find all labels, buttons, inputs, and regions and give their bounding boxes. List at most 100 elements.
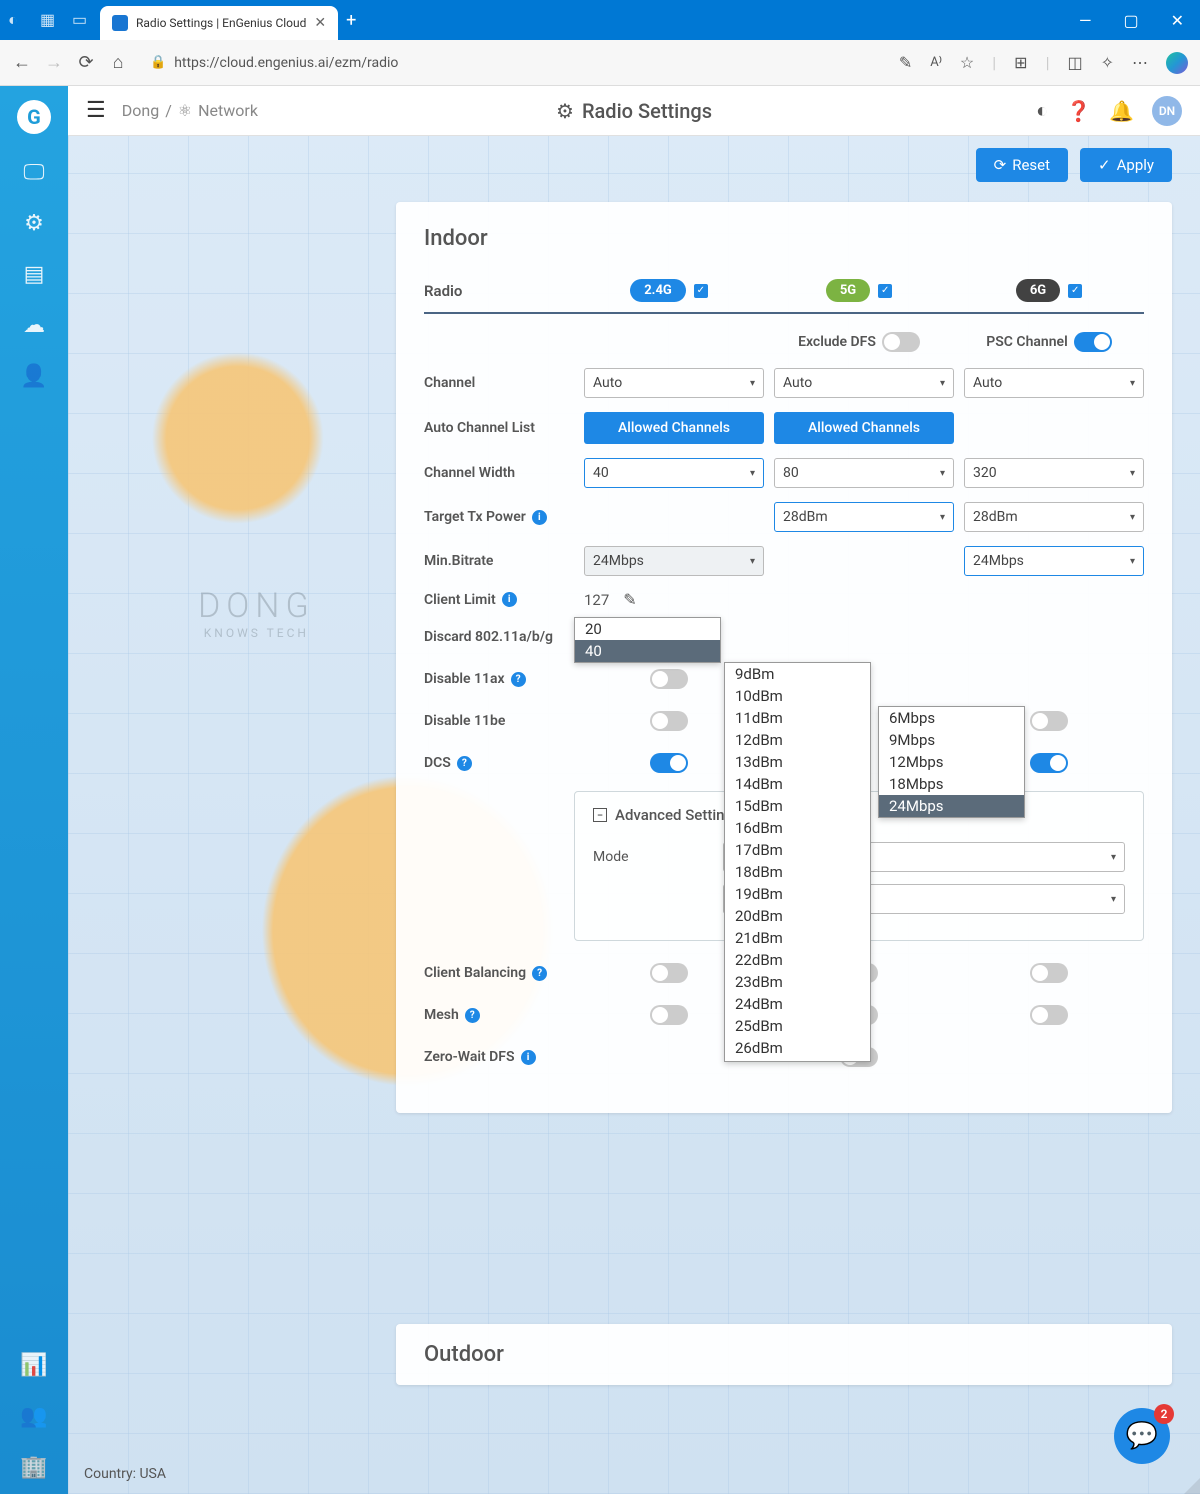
apply-button[interactable]: ✓Apply bbox=[1080, 148, 1172, 182]
sidebar-team-icon[interactable]: 👥 bbox=[20, 1404, 47, 1429]
disable-11be-6g-toggle[interactable] bbox=[1030, 711, 1068, 731]
dropdown-option[interactable]: 6Mbps bbox=[879, 707, 1024, 729]
client-balancing-24g-toggle[interactable] bbox=[650, 963, 688, 983]
client-balancing-6g-toggle[interactable] bbox=[1030, 963, 1068, 983]
tx-6g-select[interactable]: 28dBm▾ bbox=[964, 502, 1144, 532]
sidebar-cloud-icon[interactable]: ☁ bbox=[23, 313, 45, 338]
exclude-dfs-toggle[interactable] bbox=[882, 332, 920, 352]
resize-corner[interactable] bbox=[1184, 1478, 1200, 1494]
bell-icon[interactable]: 🔔 bbox=[1109, 99, 1134, 123]
app-logo[interactable]: G bbox=[17, 100, 51, 134]
info-icon[interactable]: i bbox=[532, 510, 547, 525]
dropdown-option[interactable]: 20 bbox=[575, 618, 720, 640]
split-screen-icon[interactable]: ◫ bbox=[1067, 53, 1082, 72]
sidebar-news-icon[interactable]: ▤ bbox=[24, 262, 45, 287]
collections-icon[interactable]: ✧ bbox=[1101, 53, 1114, 72]
more-icon[interactable]: ⋯ bbox=[1132, 53, 1148, 72]
dropdown-option[interactable]: 10dBm bbox=[725, 685, 870, 707]
dropdown-option[interactable]: 20dBm bbox=[725, 905, 870, 927]
disable-11be-24g-toggle[interactable] bbox=[650, 711, 688, 731]
dropdown-option[interactable]: 17dBm bbox=[725, 839, 870, 861]
dropdown-option[interactable]: 22dBm bbox=[725, 949, 870, 971]
help-icon[interactable]: ? bbox=[511, 672, 526, 687]
help-icon[interactable]: ? bbox=[532, 966, 547, 981]
breadcrumb[interactable]: Dong / ⚛ Network bbox=[122, 101, 258, 120]
width-6g-select[interactable]: 320▾ bbox=[964, 458, 1144, 488]
dropdown-option[interactable]: 26dBm bbox=[725, 1037, 870, 1059]
disable-11ax-24g-toggle[interactable] bbox=[650, 669, 688, 689]
sidebar-settings-icon[interactable]: ⚙ bbox=[24, 211, 44, 236]
dropdown-option[interactable]: 21dBm bbox=[725, 927, 870, 949]
channel-24g-select[interactable]: Auto▾ bbox=[584, 368, 764, 398]
dropdown-option[interactable]: 15dBm bbox=[725, 795, 870, 817]
minimize-icon[interactable]: — bbox=[1079, 11, 1092, 30]
back-button[interactable]: ← bbox=[12, 53, 32, 73]
bitrate-24g-select[interactable]: 24Mbps▾ bbox=[584, 546, 764, 576]
dropdown-option[interactable]: 24dBm bbox=[725, 993, 870, 1015]
help-icon[interactable]: ? bbox=[465, 1008, 480, 1023]
avatar[interactable]: DN bbox=[1152, 96, 1182, 126]
dropdown-option[interactable]: 27dBm bbox=[725, 1059, 870, 1062]
dropdown-option[interactable]: 19dBm bbox=[725, 883, 870, 905]
sidebar-building-icon[interactable]: 🏢 bbox=[20, 1455, 47, 1480]
dropdown-option[interactable]: 11dBm bbox=[725, 707, 870, 729]
dropdown-option[interactable]: 12dBm bbox=[725, 729, 870, 751]
copilot-icon[interactable] bbox=[1166, 52, 1188, 74]
info-icon[interactable]: i bbox=[521, 1050, 536, 1065]
tx-power-dropdown[interactable]: 9dBm10dBm11dBm12dBm13dBm14dBm15dBm16dBm1… bbox=[724, 662, 871, 1062]
dropdown-option[interactable]: 12Mbps bbox=[879, 751, 1024, 773]
menu-icon[interactable]: ☰ bbox=[86, 98, 106, 123]
dropdown-option[interactable]: 23dBm bbox=[725, 971, 870, 993]
dropdown-option[interactable]: 13dBm bbox=[725, 751, 870, 773]
bitrate-6g-select[interactable]: 24Mbps▾ bbox=[964, 546, 1144, 576]
sidebar-dashboard-icon[interactable]: 🖵 bbox=[23, 160, 44, 185]
help-icon[interactable]: ❓ bbox=[1066, 99, 1091, 123]
dropdown-option[interactable]: 16dBm bbox=[725, 817, 870, 839]
favorite-icon[interactable]: ☆ bbox=[960, 53, 974, 72]
chat-button[interactable]: 💬 2 bbox=[1114, 1408, 1170, 1464]
profile-icon[interactable]: ◐ bbox=[8, 10, 28, 30]
channel-6g-select[interactable]: Auto▾ bbox=[964, 368, 1144, 398]
mesh-6g-toggle[interactable] bbox=[1030, 1005, 1068, 1025]
dropdown-option[interactable]: 18dBm bbox=[725, 861, 870, 883]
close-window-icon[interactable]: ✕ bbox=[1171, 11, 1184, 30]
workspaces-icon[interactable]: ▦ bbox=[40, 10, 60, 30]
dropdown-option[interactable]: 24Mbps bbox=[879, 795, 1024, 817]
channel-width-dropdown[interactable]: 2040 bbox=[574, 617, 721, 663]
allowed-channels-24g-button[interactable]: Allowed Channels bbox=[584, 412, 764, 444]
reset-button[interactable]: ⟳Reset bbox=[976, 148, 1068, 182]
width-24g-select[interactable]: 40▾ bbox=[584, 458, 764, 488]
dropdown-option[interactable]: 9Mbps bbox=[879, 729, 1024, 751]
dropdown-option[interactable]: 40 bbox=[575, 640, 720, 662]
psc-channel-toggle[interactable] bbox=[1074, 332, 1112, 352]
dcs-6g-toggle[interactable] bbox=[1030, 753, 1068, 773]
sidebar-user-icon[interactable]: 👤 bbox=[20, 364, 47, 389]
width-5g-select[interactable]: 80▾ bbox=[774, 458, 954, 488]
browser-tab[interactable]: Radio Settings | EnGenius Cloud ✕ bbox=[100, 6, 338, 40]
extensions-icon[interactable]: ⊞ bbox=[1014, 53, 1027, 72]
dropdown-option[interactable]: 18Mbps bbox=[879, 773, 1024, 795]
edit-icon[interactable]: ✎ bbox=[623, 590, 636, 609]
sidebar-report-icon[interactable]: 📊 bbox=[20, 1353, 47, 1378]
dcs-24g-toggle[interactable] bbox=[650, 753, 688, 773]
radio-24g-checkbox[interactable]: ✓ bbox=[694, 284, 708, 298]
mesh-24g-toggle[interactable] bbox=[650, 1005, 688, 1025]
url-field[interactable]: 🔒 https://cloud.engenius.ai/ezm/radio bbox=[140, 51, 887, 75]
maximize-icon[interactable]: ▢ bbox=[1123, 11, 1138, 30]
contrast-icon[interactable]: ◐ bbox=[1036, 98, 1048, 123]
collapse-icon[interactable]: − bbox=[593, 808, 607, 822]
tx-5g-select[interactable]: 28dBm▾ bbox=[774, 502, 954, 532]
radio-6g-checkbox[interactable]: ✓ bbox=[1068, 284, 1082, 298]
tab-actions-icon[interactable]: ▭ bbox=[72, 10, 92, 30]
close-tab-icon[interactable]: ✕ bbox=[314, 15, 326, 31]
home-button[interactable]: ⌂ bbox=[108, 53, 128, 73]
allowed-channels-5g-button[interactable]: Allowed Channels bbox=[774, 412, 954, 444]
read-aloud-icon[interactable]: A⁾ bbox=[930, 55, 942, 70]
refresh-button[interactable]: ⟳ bbox=[76, 53, 96, 73]
dropdown-option[interactable]: 14dBm bbox=[725, 773, 870, 795]
new-tab-button[interactable]: + bbox=[346, 10, 356, 31]
shopping-icon[interactable]: ✎ bbox=[899, 53, 912, 72]
channel-5g-select[interactable]: Auto▾ bbox=[774, 368, 954, 398]
radio-5g-checkbox[interactable]: ✓ bbox=[878, 284, 892, 298]
dropdown-option[interactable]: 9dBm bbox=[725, 663, 870, 685]
